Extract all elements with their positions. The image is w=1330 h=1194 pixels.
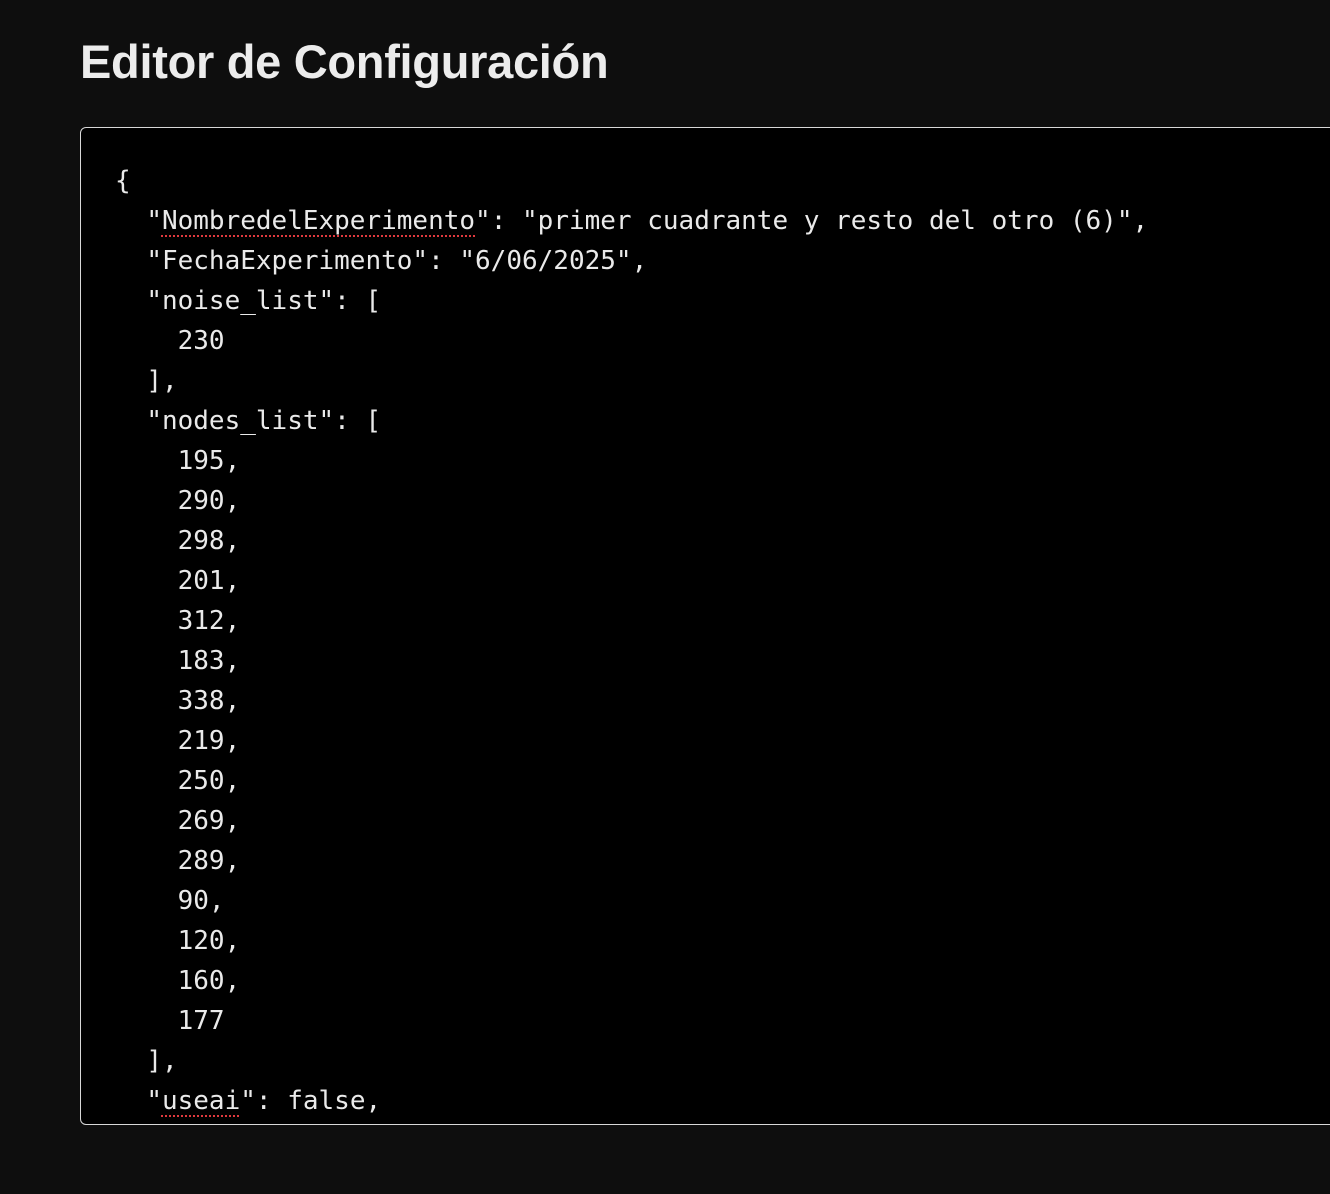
code-line[interactable]: "nodes_list": [ — [115, 401, 1148, 441]
misspelled-word: useai — [161, 1086, 241, 1116]
code-token: "FechaExperimento": "6/06/2025", — [146, 246, 648, 276]
code-line[interactable]: 90, — [115, 881, 1148, 921]
code-line[interactable]: "NombredelExperimento": "primer cuadrant… — [115, 201, 1148, 241]
code-line[interactable]: 312, — [115, 601, 1148, 641]
code-token: " — [146, 1086, 162, 1116]
code-line[interactable]: "noise_list": [ — [115, 281, 1148, 321]
code-token: 195, — [177, 446, 241, 476]
code-line[interactable]: 201, — [115, 561, 1148, 601]
code-token: 160, — [177, 966, 241, 996]
code-line[interactable]: 230 — [115, 321, 1148, 361]
code-line[interactable]: 177 — [115, 1001, 1148, 1041]
code-line[interactable]: 298, — [115, 521, 1148, 561]
code-token: 250, — [177, 766, 241, 796]
code-line[interactable]: 160, — [115, 961, 1148, 1001]
code-token: 177 — [177, 1006, 225, 1036]
code-line[interactable]: 289, — [115, 841, 1148, 881]
code-line[interactable]: 338, — [115, 681, 1148, 721]
code-line[interactable]: ], — [115, 1041, 1148, 1081]
code-token: ": "primer cuadrante y resto del otro (6… — [475, 206, 1149, 236]
code-token: { — [115, 166, 131, 196]
code-token: ": false, — [240, 1086, 382, 1116]
code-line[interactable]: 195, — [115, 441, 1148, 481]
code-token: " — [146, 206, 162, 236]
code-line[interactable]: 269, — [115, 801, 1148, 841]
code-token: 201, — [177, 566, 241, 596]
code-line[interactable]: ], — [115, 361, 1148, 401]
code-token: 289, — [177, 846, 241, 876]
code-token: ], — [146, 1046, 178, 1076]
code-token: 90, — [177, 886, 225, 916]
code-token: 230 — [177, 326, 225, 356]
code-line[interactable]: 290, — [115, 481, 1148, 521]
code-token: 290, — [177, 486, 241, 516]
code-line[interactable]: 219, — [115, 721, 1148, 761]
code-token: "nodes_list": [ — [146, 406, 382, 436]
code-token: 219, — [177, 726, 241, 756]
code-token: 269, — [177, 806, 241, 836]
code-token: ], — [146, 366, 178, 396]
page-title: Editor de Configuración — [80, 35, 609, 88]
code-line[interactable]: "useai": false, — [115, 1081, 1148, 1121]
code-token: 120, — [177, 926, 241, 956]
misspelled-word: NombredelExperimento — [161, 206, 476, 236]
code-token: 312, — [177, 606, 241, 636]
code-line[interactable]: 250, — [115, 761, 1148, 801]
code-token: "noise_list": [ — [146, 286, 382, 316]
code-line[interactable]: 183, — [115, 641, 1148, 681]
code-line[interactable]: 120, — [115, 921, 1148, 961]
code-token: 183, — [177, 646, 241, 676]
config-json-editor[interactable]: { "NombredelExperimento": "primer cuadra… — [80, 127, 1330, 1125]
code-token: 298, — [177, 526, 241, 556]
code-line[interactable]: { — [115, 161, 1148, 201]
code-text[interactable]: { "NombredelExperimento": "primer cuadra… — [115, 161, 1148, 1121]
code-token: 338, — [177, 686, 241, 716]
code-line[interactable]: "FechaExperimento": "6/06/2025", — [115, 241, 1148, 281]
